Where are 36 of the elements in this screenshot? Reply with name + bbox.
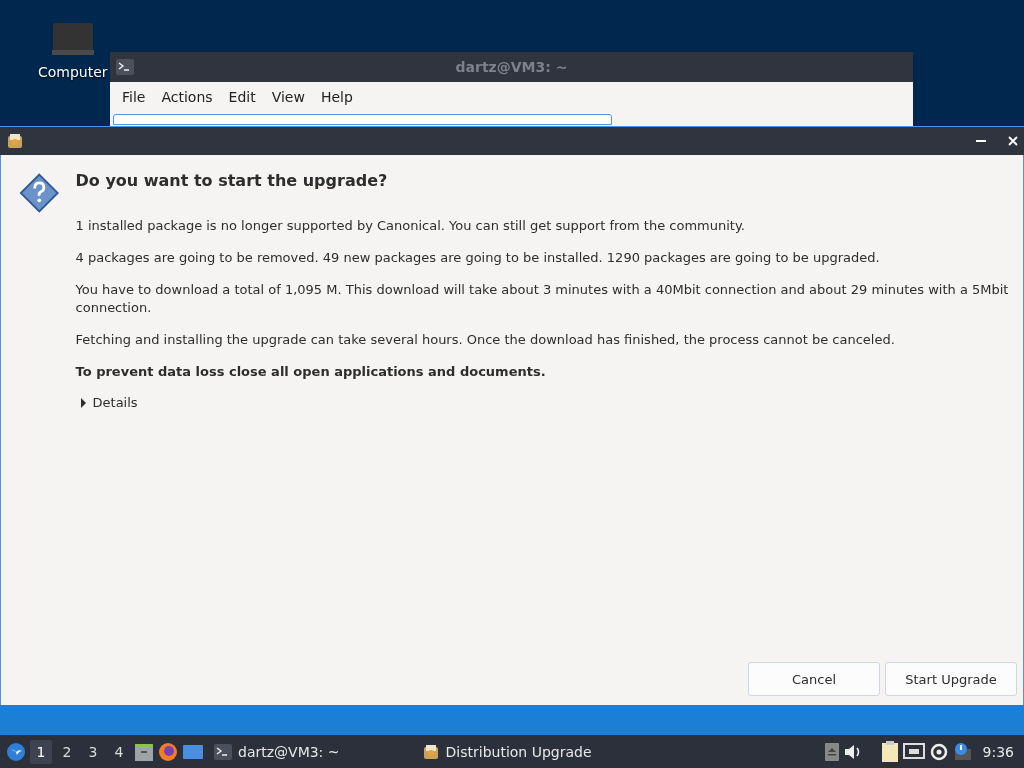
start-upgrade-button[interactable]: Start Upgrade (885, 662, 1017, 696)
menu-item[interactable]: Actions (153, 89, 221, 105)
close-icon[interactable] (1008, 136, 1018, 146)
menu-item[interactable]: File (114, 89, 154, 105)
desktop-icon-label[interactable]: Computer (38, 64, 108, 80)
question-icon (19, 171, 60, 215)
terminal-icon (116, 59, 134, 75)
package-icon (6, 132, 24, 150)
workspace-button[interactable]: 4 (108, 739, 130, 764)
terminal-tab[interactable] (113, 114, 612, 125)
package-icon (421, 742, 440, 761)
clipboard-icon[interactable] (880, 740, 899, 763)
details-expander[interactable]: Details (79, 395, 1009, 410)
window-icon[interactable] (182, 742, 204, 761)
dialog-heading: Do you want to start the upgrade? (75, 171, 389, 191)
file-cabinet-icon[interactable] (134, 741, 154, 762)
message-text: 4 packages are going to be removed. 49 new packages are going to be installed. 1290 packages are going to be upgraded. (75, 249, 881, 267)
menu-item[interactable]: View (263, 89, 313, 105)
cancel-button[interactable]: Cancel (748, 662, 880, 696)
workspace-button[interactable]: 3 (82, 739, 104, 764)
notification-icon[interactable] (952, 741, 973, 762)
browser-icon[interactable] (158, 741, 178, 762)
task-button[interactable]: Distribution Upgrade (415, 735, 598, 768)
task-button[interactable]: dartz@VM3: ~ (208, 735, 346, 768)
workspace-button[interactable]: 2 (56, 739, 78, 764)
message-text: You have to download a total of 1,095 M. This download will take about 3 minutes with a 40Mbit connection and about 29 minutes with a 5Mbit connection. (75, 281, 1009, 317)
message-text: To prevent data loss close all open applications and documents. (75, 363, 547, 381)
terminal-icon (214, 743, 232, 760)
clock[interactable]: 9:36 (976, 743, 1018, 760)
message-text: Fetching and installing the upgrade can take several hours. Once the download has finished, the process cannot be canceled. (75, 331, 896, 349)
window-title: dartz@VM3: ~ (455, 59, 568, 75)
menu-item[interactable]: Edit (220, 89, 264, 105)
menu-item[interactable]: Help (312, 89, 361, 105)
eject-icon[interactable] (824, 742, 839, 761)
workspace-button[interactable]: 1 (30, 739, 52, 764)
message-text: 1 installed package is no longer supported by Canonical. You can still get support from the community. (75, 217, 746, 235)
